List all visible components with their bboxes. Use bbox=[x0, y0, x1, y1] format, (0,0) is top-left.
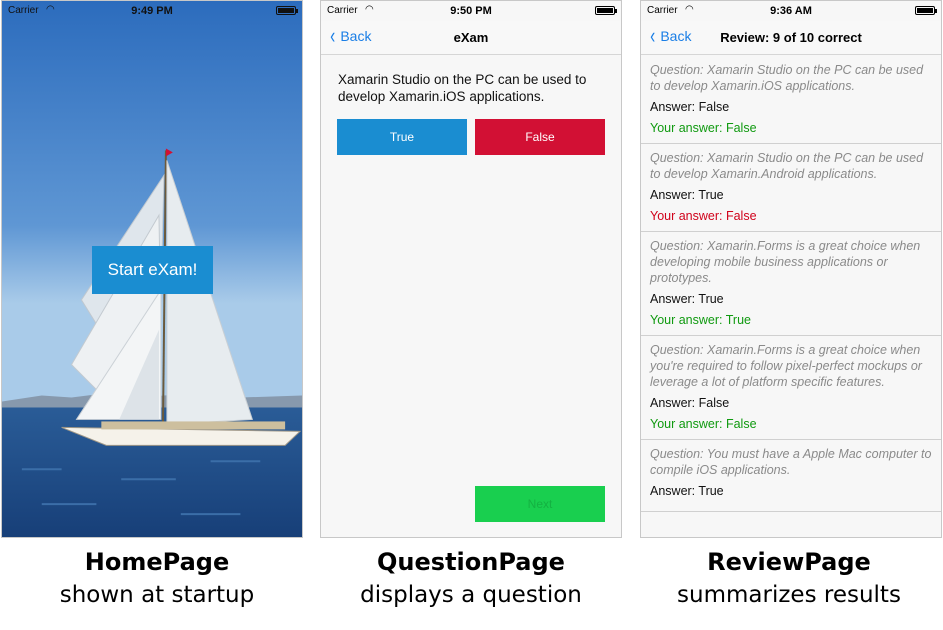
status-time: 9:50 PM bbox=[450, 5, 492, 17]
status-bar: Carrier ◠ 9:49 PM bbox=[2, 1, 302, 21]
review-question: Question: Xamarin Studio on the PC can b… bbox=[650, 63, 924, 93]
review-question: Question: Xamarin.Forms is a great choic… bbox=[650, 343, 922, 389]
caption-title: HomePage bbox=[84, 548, 230, 576]
review-question: Question: Xamarin.Forms is a great choic… bbox=[650, 239, 921, 285]
battery-icon bbox=[595, 6, 617, 15]
caption-subtitle: displays a question bbox=[360, 582, 582, 608]
caption-home: HomePage shown at startup bbox=[0, 546, 314, 612]
status-time: 9:49 PM bbox=[131, 5, 173, 17]
list-item: Question: You must have a Apple Mac comp… bbox=[641, 440, 941, 512]
review-answer: Answer: True bbox=[650, 292, 724, 306]
review-answer: Answer: False bbox=[650, 396, 730, 410]
home-page-screen: Carrier ◠ 9:49 PM Start eXam! bbox=[1, 0, 303, 538]
start-exam-button[interactable]: Start eXam! bbox=[92, 246, 213, 294]
status-bar: Carrier ◠ 9:50 PM bbox=[321, 1, 621, 21]
review-your-answer: Your answer: False bbox=[650, 209, 757, 223]
caption-title: ReviewPage bbox=[707, 548, 871, 576]
review-question: Question: You must have a Apple Mac comp… bbox=[650, 447, 932, 477]
list-item: Question: Xamarin.Forms is a great choic… bbox=[641, 336, 941, 440]
navigation-bar: ‹ Back Review: 9 of 10 correct bbox=[641, 21, 941, 55]
list-item: Question: Xamarin.Forms is a great choic… bbox=[641, 232, 941, 336]
status-bar: Carrier ◠ 9:36 AM bbox=[641, 1, 941, 21]
true-button[interactable]: True bbox=[337, 119, 467, 155]
review-list[interactable]: Question: Xamarin Studio on the PC can b… bbox=[641, 56, 941, 537]
list-item: Question: Xamarin Studio on the PC can b… bbox=[641, 56, 941, 144]
question-page-screen: Carrier ◠ 9:50 PM ‹ Back eXam Xamarin St… bbox=[320, 0, 622, 538]
review-answer: Answer: True bbox=[650, 484, 724, 498]
caption-question: QuestionPage displays a question bbox=[314, 546, 628, 612]
question-text: Xamarin Studio on the PC can be used to … bbox=[338, 72, 587, 104]
status-time: 9:36 AM bbox=[770, 5, 812, 17]
next-button[interactable]: Next bbox=[475, 486, 605, 522]
review-answer: Answer: True bbox=[650, 188, 724, 202]
caption-title: QuestionPage bbox=[377, 548, 565, 576]
review-your-answer: Your answer: False bbox=[650, 417, 757, 431]
review-question: Question: Xamarin Studio on the PC can b… bbox=[650, 151, 924, 181]
review-your-answer: Your answer: False bbox=[650, 121, 757, 135]
review-answer: Answer: False bbox=[650, 100, 730, 114]
page-title: eXam bbox=[453, 30, 489, 45]
caption-subtitle: shown at startup bbox=[59, 582, 255, 608]
battery-icon bbox=[915, 6, 937, 15]
review-page-screen: Carrier ◠ 9:36 AM ‹ Back Review: 9 of 10… bbox=[640, 0, 942, 538]
false-button[interactable]: False bbox=[475, 119, 605, 155]
caption-review: ReviewPage summarizes results bbox=[632, 546, 943, 612]
page-title: Review: 9 of 10 correct bbox=[720, 30, 862, 45]
list-item: Question: Xamarin Studio on the PC can b… bbox=[641, 144, 941, 232]
navigation-bar: ‹ Back eXam bbox=[321, 21, 621, 55]
caption-subtitle: summarizes results bbox=[677, 582, 901, 608]
battery-icon bbox=[276, 6, 298, 15]
review-your-answer: Your answer: True bbox=[650, 313, 751, 327]
